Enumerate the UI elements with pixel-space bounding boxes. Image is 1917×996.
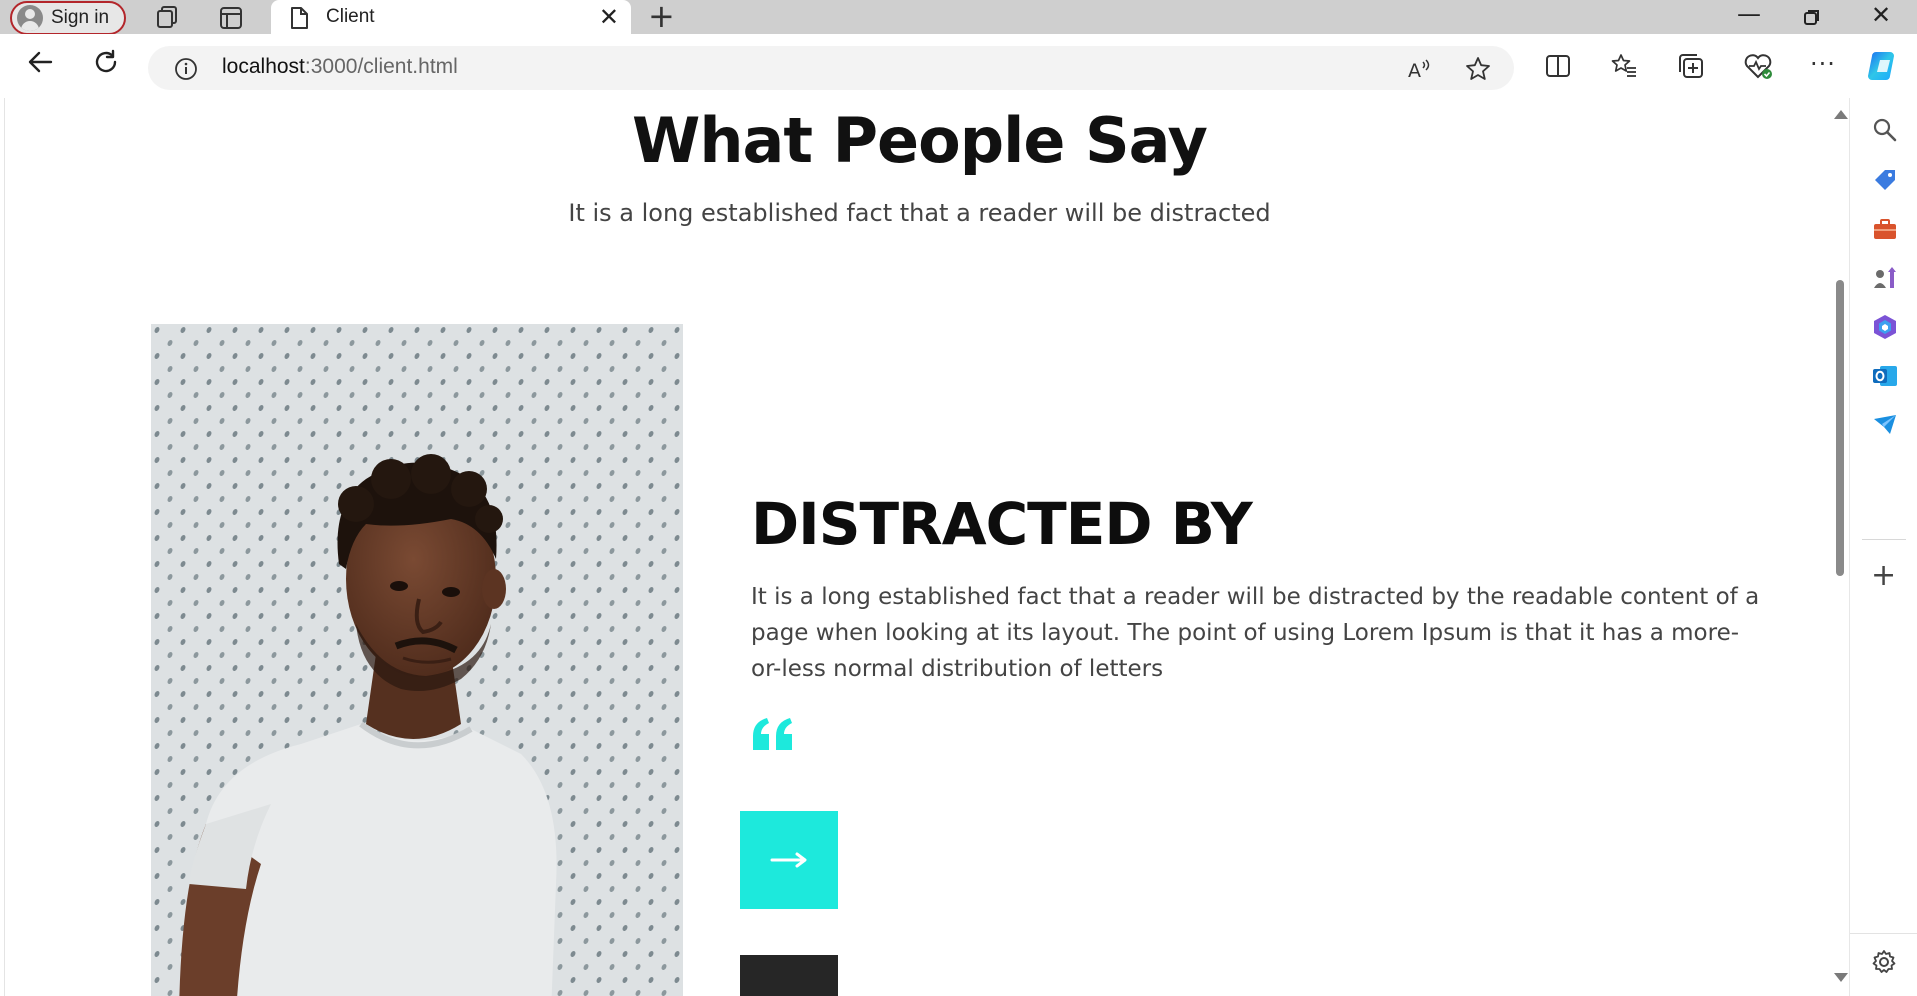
collections-icon[interactable]: [1677, 52, 1705, 80]
testimonial-title: DISTRACTED BY: [751, 490, 1253, 558]
scrollbar-thumb[interactable]: [1836, 280, 1844, 576]
scroll-down-arrow-icon[interactable]: [1834, 973, 1848, 982]
split-screen-icon[interactable]: [1544, 52, 1572, 80]
site-info-icon[interactable]: [174, 57, 198, 81]
restore-icon[interactable]: [1803, 8, 1821, 26]
address-bar[interactable]: localhost:3000/client.html A: [148, 46, 1514, 90]
minimize-icon[interactable]: —: [1737, 0, 1761, 28]
workspaces-icon[interactable]: [155, 5, 181, 31]
send-icon[interactable]: [1871, 411, 1899, 439]
testimonial-text: It is a long established fact that a rea…: [751, 584, 1760, 682]
search-icon[interactable]: [1871, 116, 1899, 144]
favorite-star-icon[interactable]: [1464, 55, 1492, 83]
sidebar-bottom-divider: [1850, 933, 1917, 934]
quote-icon: [753, 718, 792, 750]
more-menu-icon[interactable]: ···: [1810, 50, 1836, 78]
outlook-icon[interactable]: [1871, 362, 1899, 390]
page-viewport: What People Say It is a long established…: [4, 98, 1834, 996]
svg-text:A: A: [1408, 60, 1421, 82]
edge-sidebar: +: [1849, 98, 1917, 996]
previous-testimonial-button[interactable]: [740, 955, 838, 996]
tab-client[interactable]: Client ✕: [271, 0, 631, 34]
browser-toolbar: localhost:3000/client.html A ···: [0, 34, 1917, 98]
close-window-icon[interactable]: ✕: [1871, 1, 1891, 29]
sign-in-label: Sign in: [51, 7, 110, 28]
refresh-icon[interactable]: [92, 48, 120, 76]
sidebar-settings-gear-icon[interactable]: [1870, 948, 1898, 976]
page-scrollbar[interactable]: [1831, 98, 1849, 996]
next-testimonial-button[interactable]: [740, 811, 838, 909]
new-tab-icon[interactable]: +: [648, 0, 675, 32]
url-path: :3000/client.html: [304, 55, 458, 78]
browser-essentials-icon[interactable]: [1743, 52, 1773, 80]
add-sidebar-app-icon[interactable]: +: [1871, 561, 1896, 591]
avatar-icon: [17, 5, 43, 31]
scroll-up-arrow-icon[interactable]: [1834, 110, 1848, 119]
favorites-icon[interactable]: [1610, 52, 1638, 80]
back-arrow-icon[interactable]: [26, 48, 54, 76]
microsoft-365-icon[interactable]: [1871, 313, 1899, 341]
read-aloud-icon[interactable]: A: [1406, 56, 1432, 82]
shopping-tag-icon[interactable]: [1871, 166, 1899, 194]
tools-briefcase-icon[interactable]: [1871, 215, 1899, 243]
copilot-icon[interactable]: [1866, 48, 1902, 84]
browser-tab-bar: Sign in Client ✕ + — ✕: [0, 0, 1917, 35]
arrow-right-icon: [770, 852, 807, 868]
url-text[interactable]: localhost:3000/client.html: [222, 55, 458, 79]
section-subheading: It is a long established fact that a rea…: [568, 199, 1271, 227]
client-photo: [151, 324, 683, 996]
vertical-tabs-icon[interactable]: [218, 5, 244, 31]
section-heading: What People Say: [632, 104, 1208, 177]
tab-title: Client: [326, 6, 375, 27]
sidebar-divider: [1862, 539, 1906, 540]
url-host: localhost: [222, 55, 305, 78]
tab-close-icon[interactable]: ✕: [599, 5, 619, 29]
games-icon[interactable]: [1871, 264, 1899, 292]
page-icon: [291, 7, 308, 29]
sign-in-button[interactable]: Sign in: [10, 1, 126, 35]
